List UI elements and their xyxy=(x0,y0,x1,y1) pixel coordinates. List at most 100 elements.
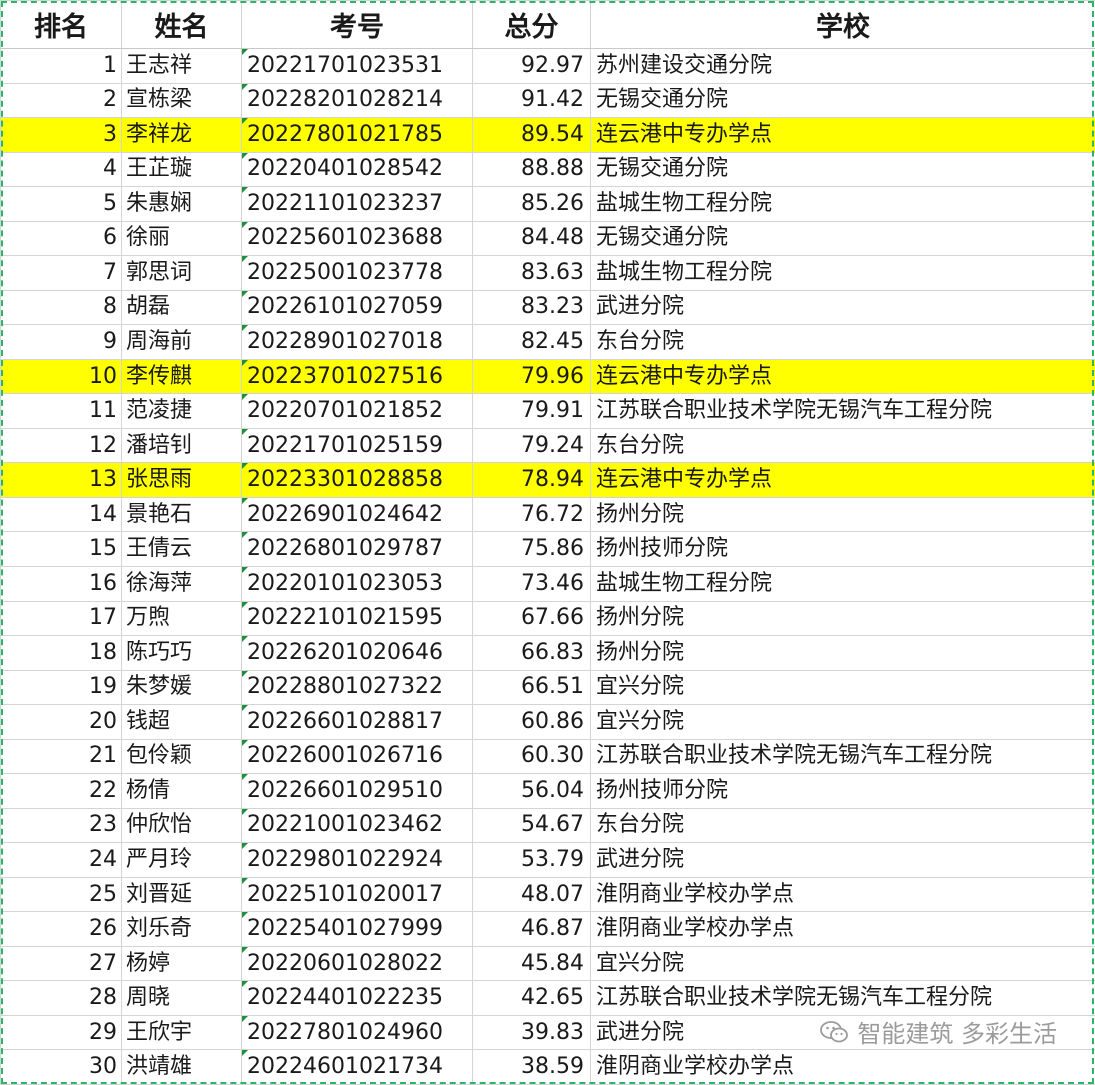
cell-rank[interactable]: 14 xyxy=(0,496,122,533)
cell-exam-number[interactable]: 20225601023688 xyxy=(241,220,473,257)
cell-score[interactable]: 75.86 xyxy=(472,531,591,567)
cell-exam-number[interactable]: 20226901024642 xyxy=(241,496,473,533)
cell-exam-number[interactable]: 20227801024960 xyxy=(241,1014,473,1051)
header-school[interactable]: 学校 xyxy=(590,0,1095,49)
cell-exam-number[interactable]: 20228801027322 xyxy=(241,669,473,706)
cell-score[interactable]: 66.51 xyxy=(472,669,591,706)
cell-score[interactable]: 53.79 xyxy=(472,842,591,878)
cell-exam-number[interactable]: 20226601029510 xyxy=(241,773,473,809)
cell-name[interactable]: 仲欣怡 xyxy=(121,807,242,844)
cell-exam-number[interactable]: 20225001023778 xyxy=(241,255,473,291)
cell-exam-number[interactable]: 20224401022235 xyxy=(241,980,473,1016)
cell-exam-number[interactable]: 20221101023237 xyxy=(241,186,473,222)
cell-name[interactable]: 潘培钊 xyxy=(121,427,242,464)
cell-exam-number[interactable]: 20220401028542 xyxy=(241,151,473,188)
cell-rank[interactable]: 30 xyxy=(0,1049,122,1085)
cell-school[interactable]: 扬州分院 xyxy=(590,635,1095,671)
cell-school[interactable]: 盐城生物工程分院 xyxy=(590,565,1095,602)
cell-name[interactable]: 杨倩 xyxy=(121,773,242,809)
cell-score[interactable]: 42.65 xyxy=(472,980,591,1016)
header-score[interactable]: 总分 xyxy=(472,0,591,49)
cell-exam-number[interactable]: 20220601028022 xyxy=(241,945,473,982)
cell-exam-number[interactable]: 20226801029787 xyxy=(241,531,473,567)
cell-rank[interactable]: 5 xyxy=(0,186,122,222)
cell-rank[interactable]: 4 xyxy=(0,151,122,188)
cell-name[interactable]: 胡磊 xyxy=(121,289,242,326)
cell-school[interactable]: 无锡交通分院 xyxy=(590,220,1095,257)
cell-rank[interactable]: 11 xyxy=(0,393,122,429)
cell-score[interactable]: 76.72 xyxy=(472,496,591,533)
header-rank[interactable]: 排名 xyxy=(0,0,122,49)
cell-rank[interactable]: 27 xyxy=(0,945,122,982)
cell-exam-number[interactable]: 20227801021785 xyxy=(241,117,473,153)
cell-school[interactable]: 无锡交通分院 xyxy=(590,82,1095,119)
cell-school[interactable]: 江苏联合职业技术学院无锡汽车工程分院 xyxy=(590,980,1095,1016)
cell-name[interactable]: 王倩云 xyxy=(121,531,242,567)
cell-rank[interactable]: 21 xyxy=(0,738,122,775)
cell-name[interactable]: 张思雨 xyxy=(121,462,242,498)
cell-score[interactable]: 66.83 xyxy=(472,635,591,671)
cell-rank[interactable]: 28 xyxy=(0,980,122,1016)
cell-school[interactable]: 宜兴分院 xyxy=(590,669,1095,706)
cell-score[interactable]: 79.24 xyxy=(472,427,591,464)
cell-school[interactable]: 宜兴分院 xyxy=(590,945,1095,982)
cell-name[interactable]: 杨婷 xyxy=(121,945,242,982)
cell-school[interactable]: 扬州分院 xyxy=(590,496,1095,533)
cell-school[interactable]: 扬州技师分院 xyxy=(590,773,1095,809)
cell-name[interactable]: 李传麒 xyxy=(121,358,242,395)
cell-exam-number[interactable]: 20226001026716 xyxy=(241,738,473,775)
cell-name[interactable]: 景艳石 xyxy=(121,496,242,533)
cell-school[interactable]: 武进分院 xyxy=(590,289,1095,326)
cell-score[interactable]: 46.87 xyxy=(472,911,591,947)
cell-rank[interactable]: 8 xyxy=(0,289,122,326)
cell-name[interactable]: 王芷璇 xyxy=(121,151,242,188)
cell-rank[interactable]: 1 xyxy=(0,48,122,84)
cell-school[interactable]: 东台分院 xyxy=(590,427,1095,464)
cell-score[interactable]: 38.59 xyxy=(472,1049,591,1085)
cell-name[interactable]: 周晓 xyxy=(121,980,242,1016)
cell-score[interactable]: 73.46 xyxy=(472,565,591,602)
cell-score[interactable]: 60.30 xyxy=(472,738,591,775)
cell-rank[interactable]: 19 xyxy=(0,669,122,706)
cell-exam-number[interactable]: 20226601028817 xyxy=(241,704,473,740)
cell-school[interactable]: 东台分院 xyxy=(590,807,1095,844)
cell-score[interactable]: 39.83 xyxy=(472,1014,591,1051)
cell-rank[interactable]: 12 xyxy=(0,427,122,464)
cell-name[interactable]: 钱超 xyxy=(121,704,242,740)
cell-name[interactable]: 洪靖雄 xyxy=(121,1049,242,1085)
cell-rank[interactable]: 26 xyxy=(0,911,122,947)
cell-rank[interactable]: 22 xyxy=(0,773,122,809)
cell-score[interactable]: 60.86 xyxy=(472,704,591,740)
cell-exam-number[interactable]: 20228901027018 xyxy=(241,324,473,360)
cell-name[interactable]: 陈巧巧 xyxy=(121,635,242,671)
cell-exam-number[interactable]: 20225401027999 xyxy=(241,911,473,947)
cell-school[interactable]: 宜兴分院 xyxy=(590,704,1095,740)
cell-score[interactable]: 83.23 xyxy=(472,289,591,326)
cell-score[interactable]: 79.91 xyxy=(472,393,591,429)
cell-school[interactable]: 江苏联合职业技术学院无锡汽车工程分院 xyxy=(590,393,1095,429)
cell-school[interactable]: 淮阴商业学校办学点 xyxy=(590,876,1095,913)
cell-rank[interactable]: 13 xyxy=(0,462,122,498)
cell-school[interactable]: 武进分院 xyxy=(590,1014,1095,1051)
cell-rank[interactable]: 17 xyxy=(0,600,122,637)
cell-school[interactable]: 连云港中专办学点 xyxy=(590,358,1095,395)
cell-rank[interactable]: 7 xyxy=(0,255,122,291)
cell-exam-number[interactable]: 20224601021734 xyxy=(241,1049,473,1085)
cell-rank[interactable]: 3 xyxy=(0,117,122,153)
cell-school[interactable]: 东台分院 xyxy=(590,324,1095,360)
cell-name[interactable]: 朱惠娴 xyxy=(121,186,242,222)
cell-exam-number[interactable]: 20226101027059 xyxy=(241,289,473,326)
cell-school[interactable]: 淮阴商业学校办学点 xyxy=(590,911,1095,947)
cell-score[interactable]: 48.07 xyxy=(472,876,591,913)
cell-rank[interactable]: 15 xyxy=(0,531,122,567)
cell-school[interactable]: 扬州分院 xyxy=(590,600,1095,637)
cell-name[interactable]: 朱梦媛 xyxy=(121,669,242,706)
cell-name[interactable]: 范凌捷 xyxy=(121,393,242,429)
cell-score[interactable]: 56.04 xyxy=(472,773,591,809)
cell-school[interactable]: 扬州技师分院 xyxy=(590,531,1095,567)
cell-rank[interactable]: 2 xyxy=(0,82,122,119)
cell-school[interactable]: 无锡交通分院 xyxy=(590,151,1095,188)
cell-rank[interactable]: 29 xyxy=(0,1014,122,1051)
cell-school[interactable]: 江苏联合职业技术学院无锡汽车工程分院 xyxy=(590,738,1095,775)
cell-rank[interactable]: 20 xyxy=(0,704,122,740)
